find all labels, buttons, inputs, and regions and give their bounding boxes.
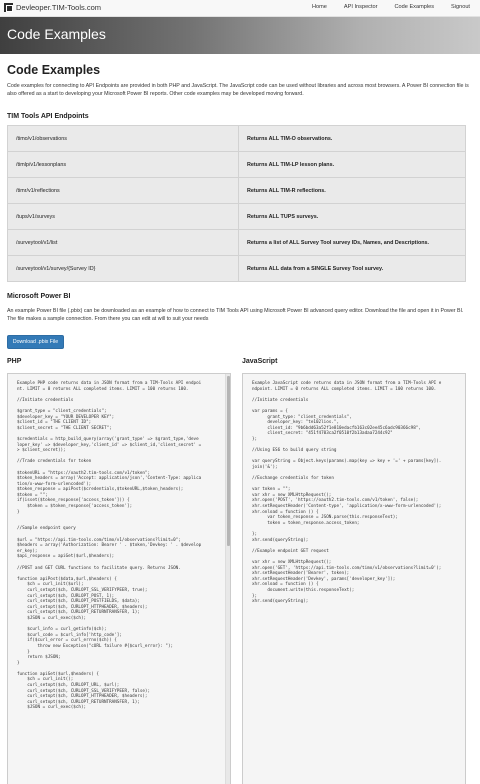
endpoint-description: Returns ALL TIM-R reflections.	[238, 177, 466, 204]
php-title: PHP	[7, 358, 22, 365]
php-code-box[interactable]: Example PHP code returns data in JSON fo…	[7, 373, 231, 784]
javascript-code[interactable]: Example JavaScript code returns data in …	[243, 374, 465, 612]
nav-link-code-examples[interactable]: Code Examples	[395, 4, 435, 10]
intro-text: Code examples for connecting to API Endp…	[7, 83, 469, 97]
javascript-code-box[interactable]: Example JavaScript code returns data in …	[242, 373, 466, 784]
table-row: /surveytool/v1/list Returns a list of AL…	[7, 229, 466, 256]
hero-banner: Code Examples	[0, 17, 480, 54]
endpoint-path: /surveytool/v1/list	[7, 229, 239, 256]
endpoint-path: /timr/v1/reflections	[7, 177, 239, 204]
table-row: /surveytool/v1/survey/{Survey ID} Return…	[7, 255, 466, 282]
endpoint-description: Returns ALL TUPS surveys.	[238, 203, 466, 230]
php-scrollbar[interactable]	[225, 374, 230, 784]
javascript-title: JavaScript	[242, 358, 278, 365]
download-pbix-button[interactable]: Download .pbix File	[7, 335, 64, 349]
endpoint-path: /timlp/v1/lessonplans	[7, 151, 239, 178]
endpoint-path: /timo/v1/observations	[7, 125, 239, 152]
endpoint-description: Returns ALL TIM-LP lesson plans.	[238, 151, 466, 178]
endpoint-path: /surveytool/v1/survey/{Survey ID}	[7, 255, 239, 282]
table-row: /timo/v1/observations Returns ALL TIM-O …	[7, 125, 466, 152]
navbar: Devleoper.TIM-Tools.com Home API Inspect…	[0, 0, 480, 17]
php-code[interactable]: Example PHP code returns data in JSON fo…	[8, 374, 230, 718]
endpoint-path: /tups/v1/surveys	[7, 203, 239, 230]
endpoints-title: TIM Tools API Endpoints	[7, 113, 89, 120]
endpoint-description: Returns ALL TIM-O observations.	[238, 125, 466, 152]
nav-links: Home API Inspector Code Examples Signout	[312, 4, 470, 10]
endpoints-table: /timo/v1/observations Returns ALL TIM-O …	[7, 125, 466, 282]
endpoint-description: Returns a list of ALL Survey Tool survey…	[238, 229, 466, 256]
page-title: Code Examples	[7, 63, 101, 77]
table-row: /timr/v1/reflections Returns ALL TIM-R r…	[7, 177, 466, 204]
nav-link-api-inspector[interactable]: API Inspector	[344, 4, 378, 10]
table-row: /tups/v1/surveys Returns ALL TUPS survey…	[7, 203, 466, 230]
endpoint-description: Returns ALL data from a SINGLE Survey To…	[238, 255, 466, 282]
hero-title: Code Examples	[7, 26, 106, 42]
nav-link-home[interactable]: Home	[312, 4, 327, 10]
brand-title[interactable]: Devleoper.TIM-Tools.com	[16, 3, 101, 12]
nav-link-signout[interactable]: Signout	[451, 4, 470, 10]
logo-icon	[4, 3, 13, 12]
table-row: /timlp/v1/lessonplans Returns ALL TIM-LP…	[7, 151, 466, 178]
brand[interactable]: Devleoper.TIM-Tools.com	[4, 3, 101, 12]
php-scrollbar-thumb[interactable]	[227, 376, 230, 546]
powerbi-text: An example Power BI file (.pbix) can be …	[7, 308, 464, 322]
powerbi-title: Microsoft Power BI	[7, 293, 71, 300]
